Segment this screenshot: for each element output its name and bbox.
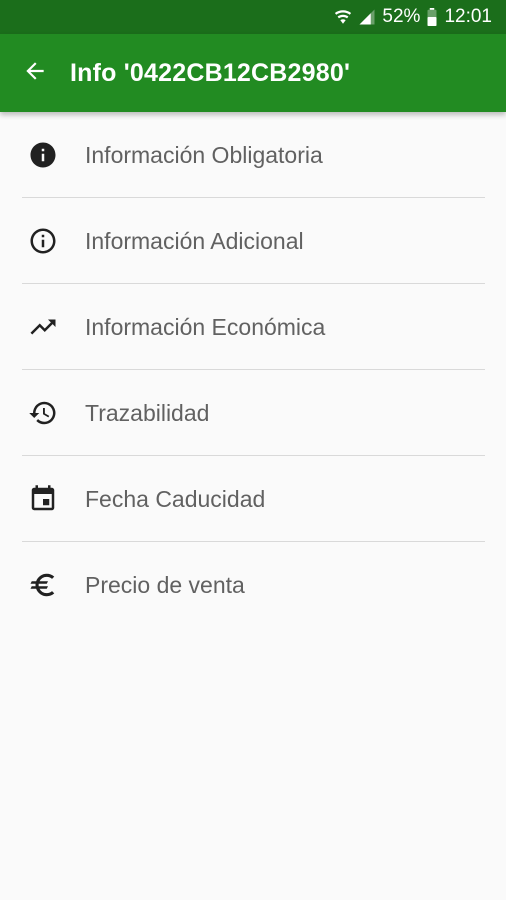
battery-icon bbox=[426, 8, 438, 26]
wifi-icon bbox=[334, 8, 352, 26]
menu-item-precio-venta[interactable]: Precio de venta bbox=[0, 542, 506, 628]
euro-icon bbox=[22, 570, 64, 600]
menu-item-label: Información Adicional bbox=[85, 227, 304, 254]
info-outline-icon bbox=[22, 226, 64, 256]
battery-percent: 52% bbox=[382, 6, 421, 27]
calendar-event-icon bbox=[22, 484, 64, 514]
app-bar: Info '0422CB12CB2980' bbox=[0, 34, 506, 112]
menu-item-label: Precio de venta bbox=[85, 571, 245, 598]
info-filled-icon bbox=[22, 140, 64, 170]
menu-item-fecha-caducidad[interactable]: Fecha Caducidad bbox=[0, 456, 506, 542]
status-bar: 52% 12:01 bbox=[0, 0, 506, 34]
menu-item-informacion-economica[interactable]: Información Económica bbox=[0, 284, 506, 370]
history-icon bbox=[22, 398, 64, 428]
back-button[interactable] bbox=[0, 34, 70, 112]
page-title: Info '0422CB12CB2980' bbox=[70, 58, 351, 87]
signal-icon bbox=[358, 8, 376, 26]
menu-item-label: Información Económica bbox=[85, 313, 326, 340]
clock-time: 12:01 bbox=[444, 6, 492, 27]
menu-item-label: Trazabilidad bbox=[85, 399, 210, 426]
menu-item-label: Información Obligatoria bbox=[85, 141, 323, 168]
menu-item-informacion-obligatoria[interactable]: Información Obligatoria bbox=[0, 112, 506, 198]
trending-up-icon bbox=[22, 312, 64, 342]
menu-item-label: Fecha Caducidad bbox=[85, 485, 266, 512]
menu-item-trazabilidad[interactable]: Trazabilidad bbox=[0, 370, 506, 456]
arrow-back-icon bbox=[22, 58, 48, 89]
info-menu-list: Información Obligatoria Información Adic… bbox=[0, 112, 506, 628]
menu-item-informacion-adicional[interactable]: Información Adicional bbox=[0, 198, 506, 284]
